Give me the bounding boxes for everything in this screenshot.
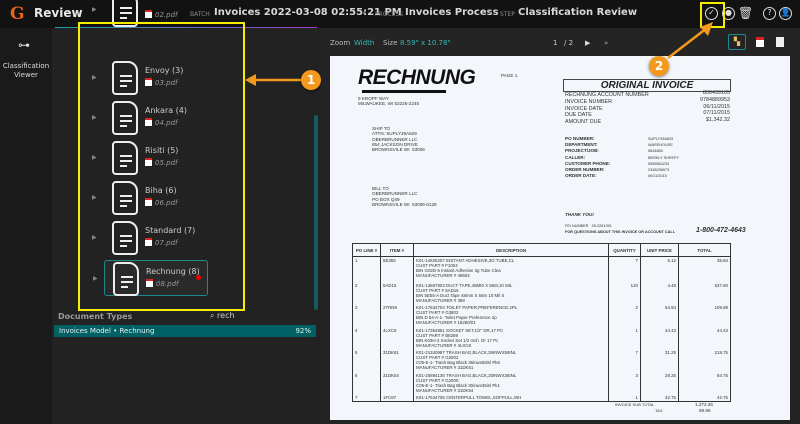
arrow-two xyxy=(667,27,708,59)
annotation-badge-1: 1 xyxy=(301,70,321,90)
annotation-badge-2: 2 xyxy=(649,56,669,76)
annotation-arrows xyxy=(245,22,713,86)
arrow-two-head xyxy=(700,22,713,36)
arrow-one-head xyxy=(245,74,256,86)
